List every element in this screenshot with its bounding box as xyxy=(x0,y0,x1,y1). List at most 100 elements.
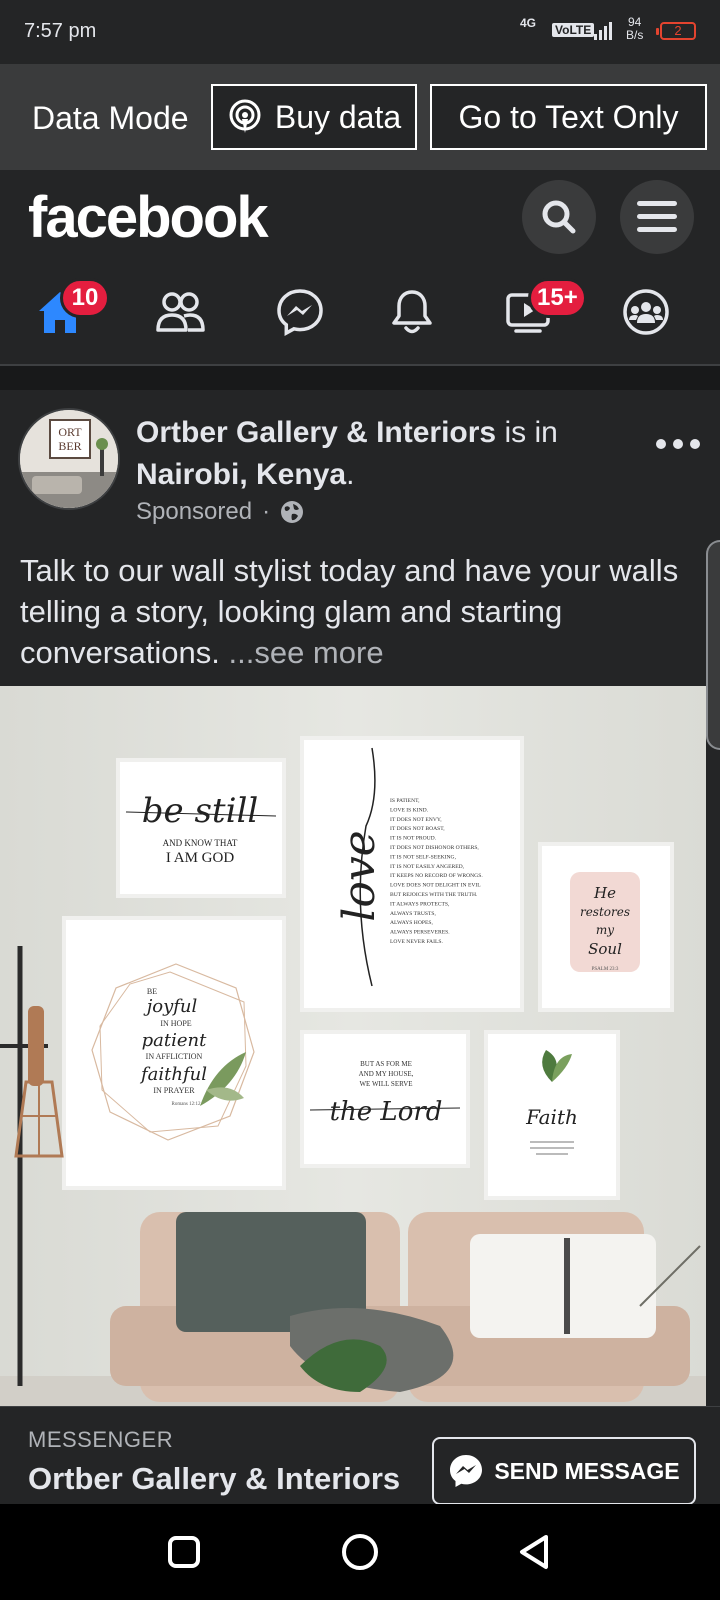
facebook-logo[interactable]: facebook xyxy=(28,184,269,251)
avatar-logo-line2: BER xyxy=(58,439,81,453)
friends-icon xyxy=(156,292,205,332)
system-nav-bar xyxy=(0,1504,720,1600)
data-mode-bar: Data Mode Buy data Go to Text Only xyxy=(0,64,720,170)
home-badge: 10 xyxy=(60,278,110,318)
nav-tabs: 10 15+ xyxy=(0,266,720,366)
is-in-text: is in xyxy=(504,416,558,449)
signal-icon xyxy=(594,22,614,40)
frame-love-line: ALWAYS PERSEVERES. xyxy=(390,930,450,936)
frame-soul-line1: He xyxy=(593,884,616,902)
sponsored-label[interactable]: Sponsored xyxy=(136,498,252,526)
app-header: facebook xyxy=(0,170,720,266)
frame-joyful-6: IN PRAYER xyxy=(153,1086,195,1095)
separator-dot: · xyxy=(262,498,271,525)
feed-divider xyxy=(0,366,720,390)
send-message-button[interactable]: SEND MESSAGE xyxy=(432,1437,696,1505)
circle-icon xyxy=(342,1534,378,1570)
hamburger-icon xyxy=(637,201,677,232)
frame-be-still-script: be still xyxy=(142,791,258,831)
post-text: Talk to our wall stylist today and have … xyxy=(20,550,700,673)
frame-love-line: LOVE IS KIND. xyxy=(390,807,429,813)
network-type: 4G xyxy=(520,16,537,30)
messenger-icon xyxy=(450,1455,483,1487)
frame-joyful-4: IN AFFLICTION xyxy=(146,1052,203,1061)
frame-love-line: IT IS NOT EASILY ANGERED, xyxy=(390,864,465,870)
frame-joyful-2: IN HOPE xyxy=(160,1019,191,1028)
tab-home[interactable]: 10 xyxy=(20,278,110,344)
frame-love-script: love xyxy=(334,830,385,921)
frame-love-line: IT DOES NOT ENVY, xyxy=(390,817,442,823)
bell-icon xyxy=(392,290,432,334)
frame-love-line: IT DOES NOT DISHONOR OTHERS, xyxy=(390,845,479,851)
buy-data-button[interactable]: Buy data xyxy=(211,84,417,150)
frame-soul-ref: PSALM 23:3 xyxy=(592,967,619,972)
frame-faith-script: Faith xyxy=(525,1105,578,1129)
search-icon xyxy=(542,200,576,234)
side-scroll-handle[interactable] xyxy=(706,540,720,750)
globe-icon xyxy=(281,501,304,523)
frame-love-line: IT DOES NOT BOAST, xyxy=(390,826,445,832)
post-location[interactable]: Nairobi, Kenya xyxy=(136,458,346,491)
home-button[interactable] xyxy=(340,1532,380,1572)
frame-lord-script: the Lord xyxy=(330,1097,443,1127)
frame-lord-line2: AND MY HOUSE, xyxy=(359,1070,414,1078)
sponsored-row: Sponsored · xyxy=(136,498,304,526)
frame-be-still-line1: AND KNOW THAT xyxy=(163,838,238,848)
speed-unit: B/s xyxy=(626,28,644,42)
broadcast-icon xyxy=(229,99,261,133)
frame-lord-line3: WE WILL SERVE xyxy=(359,1080,412,1088)
frame-joyful-ref: Romans 12:12 xyxy=(171,1102,201,1107)
page-avatar[interactable]: ORT BER xyxy=(18,408,120,510)
frame-love-line: LOVE DOES NOT DELIGHT IN EVIL xyxy=(390,883,481,889)
tab-friends[interactable] xyxy=(140,280,220,344)
search-button[interactable] xyxy=(522,180,596,254)
avatar-logo-line1: ORT xyxy=(58,425,82,439)
frame-love-line: ALWAYS TRUSTS, xyxy=(390,911,436,917)
sponsored-post: ORT BER Ortber Gallery & Interiors is in… xyxy=(0,390,720,1410)
watch-badge: 15+ xyxy=(528,278,587,318)
frame-soul-line3: my xyxy=(596,923,614,937)
frame-love-line: IT KEEPS NO RECORD OF WRONGS. xyxy=(390,873,483,879)
buy-data-label: Buy data xyxy=(274,98,402,135)
frame-joyful-be: BE xyxy=(147,987,157,996)
tab-notifications[interactable] xyxy=(372,280,452,344)
post-image[interactable]: be still AND KNOW THAT I AM GOD love IS … xyxy=(0,686,706,1406)
battery-icon: 2 xyxy=(656,22,696,40)
frame-joyful-5: faithful xyxy=(139,1064,207,1085)
page-name[interactable]: Ortber Gallery & Interiors xyxy=(136,416,496,449)
frame-love-line: IT IS NOT PROUD. xyxy=(390,836,437,842)
network-speed: 94 B/s xyxy=(626,16,643,42)
location-suffix: . xyxy=(346,458,355,491)
tab-messenger[interactable] xyxy=(260,280,340,344)
frame-love-line: IT ALWAYS PROTECTS, xyxy=(390,901,450,907)
text-only-label: Go to Text Only xyxy=(458,98,679,135)
back-triangle-icon xyxy=(520,1535,548,1569)
messenger-icon xyxy=(277,289,323,336)
frame-love-line: ALWAYS HOPES, xyxy=(390,920,433,926)
back-button[interactable] xyxy=(514,1532,554,1572)
groups-icon xyxy=(623,289,669,335)
avatar-image: ORT BER xyxy=(20,410,118,508)
post-header: Ortber Gallery & Interiors is in Nairobi… xyxy=(136,412,636,496)
frame-love-line: LOVE NEVER FAILS. xyxy=(390,939,443,945)
square-icon xyxy=(168,1536,200,1568)
status-time: 7:57 pm xyxy=(24,20,97,42)
text-only-button[interactable]: Go to Text Only xyxy=(430,84,707,150)
menu-button[interactable] xyxy=(620,180,694,254)
tab-watch[interactable]: 15+ xyxy=(490,278,587,344)
recents-button[interactable] xyxy=(164,1532,204,1572)
wall-art-photo: be still AND KNOW THAT I AM GOD love IS … xyxy=(0,686,706,1406)
frame-soul-line2: restores xyxy=(580,905,630,919)
messenger-cta: MESSENGER Ortber Gallery & Interiors SEN… xyxy=(0,1406,720,1505)
frame-joyful-3: patient xyxy=(142,1030,207,1051)
battery-level: 2 xyxy=(674,23,682,38)
data-mode-label: Data Mode xyxy=(32,100,189,136)
volte-badge: VoLTE xyxy=(552,23,595,37)
send-message-label: SEND MESSAGE xyxy=(494,1457,680,1484)
cta-page-name[interactable]: Ortber Gallery & Interiors xyxy=(28,1461,400,1497)
tab-groups[interactable] xyxy=(606,280,686,344)
status-bar: 7:57 pm 4G VoLTE 94 B/s 2 xyxy=(0,0,720,64)
see-more-link[interactable]: ...see more xyxy=(229,635,384,670)
cta-kicker: MESSENGER xyxy=(28,1427,174,1452)
post-options-icon[interactable] xyxy=(656,434,700,454)
